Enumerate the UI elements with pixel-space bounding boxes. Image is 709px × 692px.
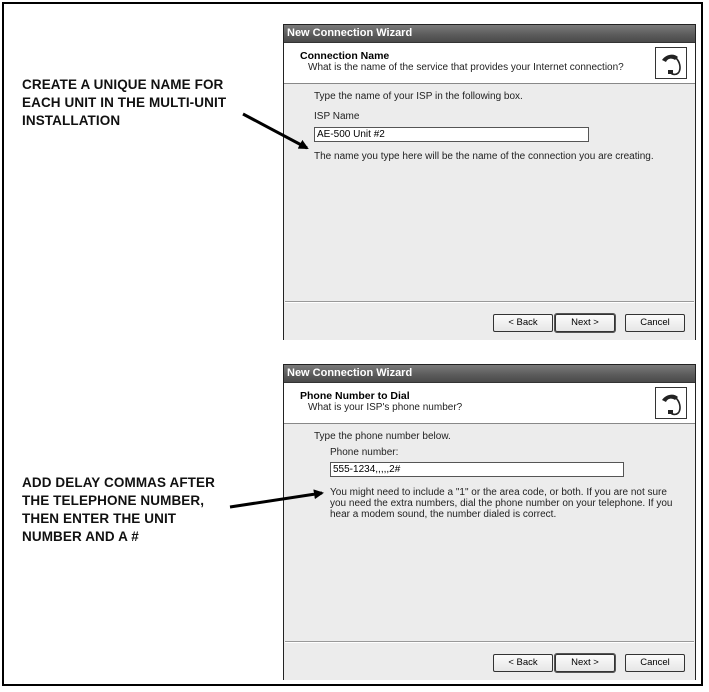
phone-note-line-1: You might need to include a "1" or the a… [330,487,667,498]
title-bar[interactable]: New Connection Wizard [284,25,695,43]
header-subtitle: What is your ISP's phone number? [308,402,463,413]
next-button[interactable]: Next > [554,313,616,333]
header-subtitle: What is the name of the service that pro… [308,62,624,73]
connection-note: The name you type here will be the name … [314,151,654,162]
callout-top: CREATE A UNIQUE NAME FOR EACH UNIT IN TH… [22,76,226,130]
callout-top-line-1: CREATE A UNIQUE NAME FOR [22,77,224,92]
phone-cable-icon [655,387,687,419]
callout-bottom: ADD DELAY COMMAS AFTER THE TELEPHONE NUM… [22,474,215,546]
title-bar[interactable]: New Connection Wizard [284,365,695,383]
phone-cable-icon [655,47,687,79]
callout-top-line-3: INSTALLATION [22,113,121,128]
callout-bottom-line-2: THE TELEPHONE NUMBER, [22,493,205,508]
wizard-body: Type the name of your ISP in the followi… [284,84,695,340]
isp-name-input[interactable]: AE-500 Unit #2 [314,127,589,142]
isp-name-label: ISP Name [314,111,360,122]
cancel-button[interactable]: Cancel [625,314,685,332]
callout-bottom-line-3: THEN ENTER THE UNIT [22,511,177,526]
instruction-text: Type the name of your ISP in the followi… [314,91,523,102]
wizard-header: Phone Number to Dial What is your ISP's … [284,383,695,424]
callout-bottom-line-4: NUMBER AND A # [22,529,139,544]
instruction-text: Type the phone number below. [314,431,451,442]
phone-note-line-2: you need the extra numbers, dial the pho… [330,498,673,509]
phone-number-input[interactable]: 555-1234,,,,,2# [330,462,624,477]
back-button[interactable]: < Back [493,314,553,332]
phone-note-line-3: hear a modem sound, the number dialed is… [330,509,557,520]
phone-number-label: Phone number: [330,447,399,458]
wizard-header: Connection Name What is the name of the … [284,43,695,84]
header-title: Connection Name [300,50,390,62]
header-title: Phone Number to Dial [300,390,410,402]
wizard-body: Type the phone number below. Phone numbe… [284,424,695,680]
callout-bottom-line-1: ADD DELAY COMMAS AFTER [22,475,215,490]
wizard-dialog-connection-name: New Connection Wizard Connection Name Wh… [283,24,696,340]
next-button[interactable]: Next > [554,653,616,673]
divider [285,641,694,643]
callout-top-line-2: EACH UNIT IN THE MULTI-UNIT [22,95,227,110]
back-button[interactable]: < Back [493,654,553,672]
divider [285,301,694,303]
wizard-dialog-phone-number: New Connection Wizard Phone Number to Di… [283,364,696,680]
cancel-button[interactable]: Cancel [625,654,685,672]
